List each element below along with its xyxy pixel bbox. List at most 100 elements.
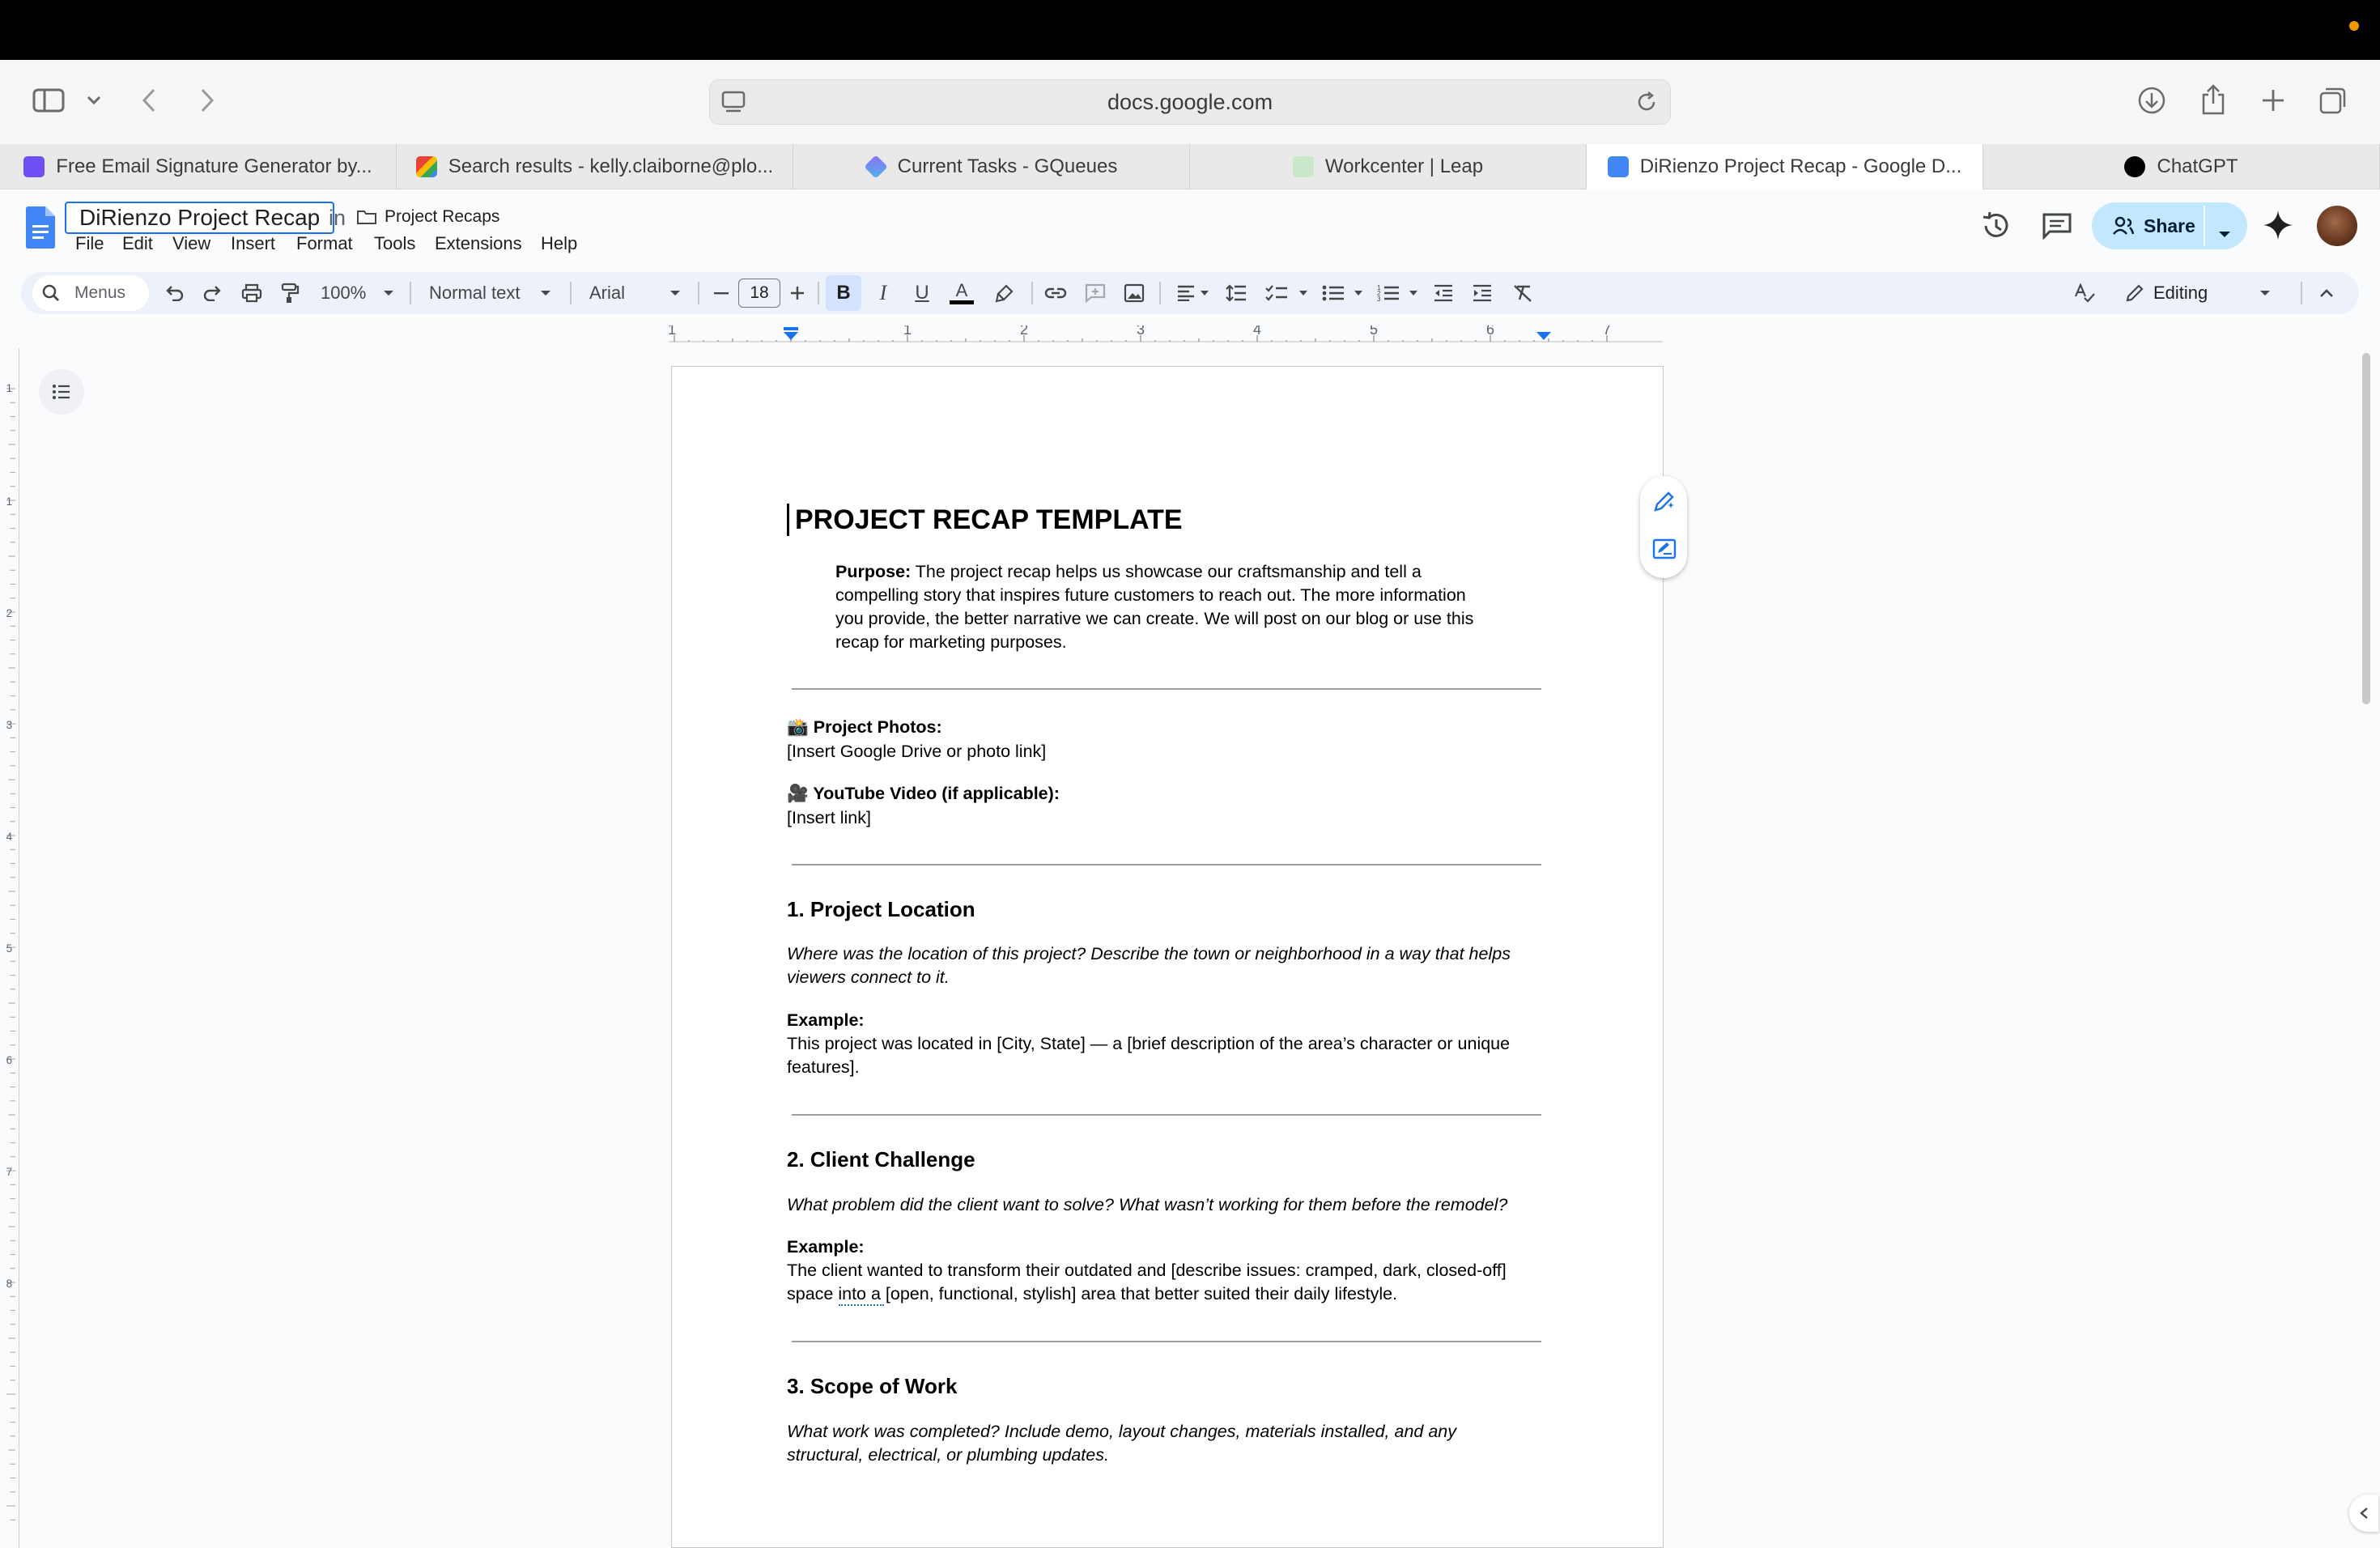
menu-tools[interactable]: Tools [374, 233, 415, 254]
caret-down-icon [380, 282, 397, 304]
menu-view[interactable]: View [172, 233, 210, 254]
tab-overview-icon[interactable] [2317, 84, 2349, 117]
add-comment-icon[interactable] [1083, 282, 1107, 304]
menu-insert[interactable]: Insert [231, 233, 275, 254]
grammar-suggestion-underline[interactable] [839, 1304, 884, 1306]
docs-logo-icon[interactable] [24, 206, 57, 253]
help-me-write-icon[interactable] [1652, 489, 1677, 517]
photos-value: [Insert Google Drive or photo link] [787, 742, 1047, 761]
gqueues-icon [863, 155, 888, 179]
menu-extensions[interactable]: Extensions [435, 233, 522, 254]
hide-menus-icon[interactable] [2315, 282, 2338, 304]
folder-link[interactable]: Project Recaps [385, 207, 499, 227]
chevron-down-icon[interactable] [84, 91, 104, 110]
side-panel-toggle[interactable] [2349, 1495, 2378, 1532]
tab-chatgpt[interactable]: ChatGPT [1983, 144, 2380, 189]
caret-down-icon [2257, 282, 2273, 304]
decrease-font-size-icon[interactable] [711, 282, 732, 304]
underline-icon[interactable]: U [910, 282, 934, 304]
comments-icon[interactable] [2042, 212, 2072, 244]
menu-edit[interactable]: Edit [122, 233, 153, 254]
ruler-number: 1 [6, 382, 12, 394]
zoom-select[interactable]: 100% [321, 282, 369, 304]
text-cursor [787, 504, 789, 536]
google-docs-icon [1607, 156, 1629, 177]
bold-icon[interactable]: B [826, 275, 861, 311]
pencil-icon [2123, 282, 2147, 304]
video-value: [Insert link] [787, 808, 871, 827]
paint-format-icon[interactable] [278, 282, 301, 304]
text-color-icon[interactable]: A [949, 281, 975, 304]
tab-google-docs[interactable]: DiRienzo Project Recap - Google D... [1587, 144, 1983, 189]
undo-icon[interactable] [164, 282, 186, 304]
example-text: The client wanted to transform their out… [787, 1261, 1507, 1280]
version-history-icon[interactable] [1980, 211, 2012, 245]
forward-icon[interactable] [194, 86, 220, 115]
highlight-icon[interactable] [992, 282, 1017, 304]
svg-text:3: 3 [1377, 296, 1381, 303]
address-bar[interactable]: docs.google.com [709, 79, 1671, 125]
share-button[interactable]: Share [2092, 202, 2247, 249]
document-title-input[interactable]: DiRienzo Project Recap [65, 202, 335, 234]
ruler-number: 1 [903, 325, 912, 338]
menus-search-input[interactable]: Menus [32, 275, 149, 311]
back-icon[interactable] [136, 86, 162, 115]
toolbar-divider [818, 282, 819, 304]
font-size-input[interactable]: 18 [738, 279, 780, 308]
downloads-icon[interactable] [2136, 84, 2168, 117]
tab-gqueues[interactable]: Current Tasks - GQueues [793, 144, 1190, 189]
menu-format[interactable]: Format [296, 233, 353, 254]
purpose-paragraph: Purpose: The project recap helps us show… [835, 560, 1532, 654]
page-menu-icon[interactable] [720, 88, 747, 121]
document-outline-button[interactable] [39, 369, 84, 415]
share-icon[interactable] [2197, 83, 2229, 117]
redo-icon[interactable] [201, 282, 223, 304]
status-dot [2349, 21, 2359, 31]
caret-down-icon [538, 282, 554, 304]
bulleted-list-icon[interactable] [1321, 282, 1345, 304]
tab-workcenter-leap[interactable]: Workcenter | Leap [1190, 144, 1587, 189]
reload-icon[interactable] [1634, 90, 1659, 120]
video-label: 🎥 YouTube Video (if applicable): [787, 784, 1060, 803]
person-icon [2113, 216, 2135, 240]
increase-indent-icon[interactable] [1470, 282, 1494, 304]
decrease-indent-icon[interactable] [1431, 282, 1456, 304]
ruler-number: 7 [1603, 325, 1611, 338]
numbered-list-icon[interactable]: 123 [1376, 282, 1400, 304]
insert-image-icon[interactable] [1122, 282, 1146, 304]
scrollbar-thumb[interactable] [2362, 353, 2370, 704]
purpose-line: you provide, the better narrative we can… [835, 609, 1474, 628]
example-text: features]. [787, 1057, 860, 1077]
editing-mode-select[interactable]: Editing [2153, 282, 2242, 304]
horizontal-rule [792, 1114, 1541, 1116]
checklist-icon[interactable] [1264, 282, 1289, 304]
ruler-number: 4 [6, 831, 13, 843]
purpose-line: compelling story that inspires future cu… [835, 585, 1466, 605]
gemini-icon[interactable] [2262, 209, 2294, 245]
font-select[interactable]: Arial [589, 282, 654, 304]
in-label: in [329, 206, 346, 230]
increase-font-size-icon[interactable] [787, 282, 808, 304]
menu-help[interactable]: Help [541, 233, 577, 254]
toolbar-divider [570, 282, 572, 304]
print-icon[interactable] [240, 282, 264, 304]
paragraph-style-select[interactable]: Normal text [429, 282, 526, 304]
new-tab-icon[interactable] [2257, 84, 2289, 117]
suggest-edit-icon[interactable] [1652, 538, 1677, 566]
avatar[interactable] [2317, 206, 2357, 246]
tab-email-signature[interactable]: Free Email Signature Generator by... [0, 144, 397, 189]
menu-file[interactable]: File [75, 233, 104, 254]
align-left-icon[interactable] [1174, 282, 1198, 304]
link-icon[interactable] [1043, 282, 1069, 304]
clear-formatting-icon[interactable] [1511, 282, 1535, 304]
italic-icon[interactable]: I [871, 281, 895, 304]
spellcheck-icon[interactable] [2072, 282, 2097, 304]
ruler-number: 6 [6, 1054, 12, 1066]
example-label: Example: [787, 1237, 865, 1257]
line-spacing-icon[interactable] [1224, 282, 1248, 304]
tab-gmail[interactable]: Search results - kelly.claiborne@plo... [397, 144, 793, 189]
ruler-number: 8 [6, 1278, 12, 1290]
share-dropdown-icon[interactable] [2218, 222, 2231, 244]
sidebar-toggle-icon[interactable] [31, 86, 66, 115]
caret-down-icon [1198, 282, 1211, 304]
